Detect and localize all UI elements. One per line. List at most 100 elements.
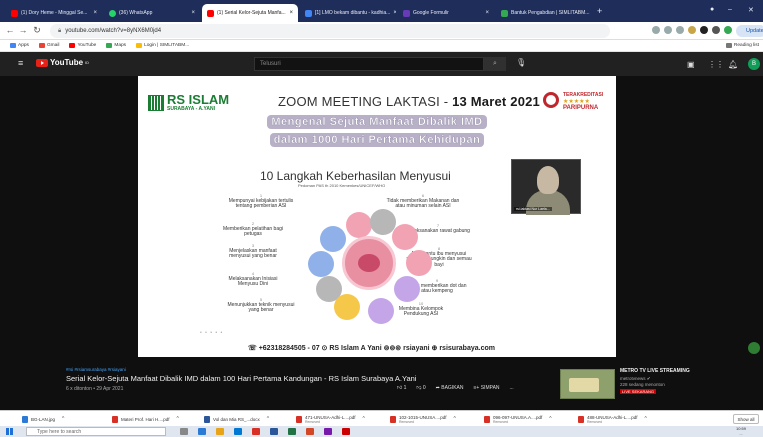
reading-list[interactable]: Reading list — [725, 43, 759, 48]
download-item[interactable]: Materi Prof. Hari H....pdf ^ — [112, 413, 179, 425]
chevron-up-icon[interactable]: ^ — [363, 416, 365, 422]
share-button[interactable]: ➦ BAGIKAN — [436, 385, 464, 391]
chevron-up-icon[interactable]: ^ — [267, 416, 269, 422]
step-5: 5 Menunjukkan teknik menyusui yang benar — [227, 297, 295, 313]
url-text: youtube.com/watch?v=8yNX6M0jd4 — [65, 28, 162, 34]
share-icon: ➦ — [435, 385, 440, 391]
dislike-button[interactable]: 👎︎ 0 — [416, 385, 425, 391]
search-input[interactable]: Telusuri — [254, 57, 484, 71]
video-thumbnail[interactable] — [560, 369, 615, 399]
extension-icon[interactable] — [664, 26, 672, 34]
system-clock[interactable]: 10:59... — [736, 426, 746, 436]
close-icon[interactable]: × — [191, 10, 195, 16]
save-button[interactable]: ≡+ SIMPAN — [473, 385, 499, 391]
avatar[interactable] — [724, 26, 732, 34]
step-circle — [406, 250, 432, 276]
like-button[interactable]: 👍︎ 1 — [397, 385, 406, 391]
address-toolbar: ← → ↻ 🔒︎ youtube.com/watch?v=8yNX6M0jd4 … — [0, 22, 763, 40]
video-title: Serial Kelor-Sejuta Manfaat Dibalik IMD … — [66, 374, 417, 383]
address-bar[interactable]: 🔒︎ youtube.com/watch?v=8yNX6M0jd4 — [50, 24, 610, 38]
powerpoint-icon[interactable] — [306, 428, 314, 435]
whatsapp-icon — [109, 9, 116, 17]
bookmark-maps[interactable]: Maps — [106, 43, 126, 48]
update-button[interactable]: Update — [736, 25, 763, 37]
new-tab-button[interactable]: + — [597, 6, 602, 16]
close-icon[interactable]: × — [393, 10, 396, 16]
more-button[interactable]: ... — [510, 385, 514, 391]
show-all-button[interactable]: Show all — [733, 414, 759, 424]
download-item[interactable]: 488-UNUSA-Adhi-L....pdf Removed ^ — [578, 413, 647, 425]
floating-widget-icon[interactable] — [748, 342, 760, 354]
reload-icon[interactable]: ↻ — [31, 25, 43, 36]
extension-icon[interactable] — [652, 26, 660, 34]
bookmark-apps[interactable]: Apps — [10, 43, 29, 48]
tab-label: (1) Dory Heme - Minggal Se... — [21, 10, 88, 16]
close-icon[interactable]: × — [289, 10, 293, 16]
close-window-icon[interactable]: ✕ — [748, 6, 754, 14]
youtube-header: ≡ YouTube ID Telusuri ⌕ 🎙︎ ▣ ⋮⋮ 🔔︎ B — [0, 52, 763, 76]
bookmark-login[interactable]: Login | SIMLITABM... — [136, 43, 189, 48]
microphone-icon[interactable]: 🎙︎ — [516, 58, 526, 67]
tab-dory[interactable]: (1) Dory Heme - Minggal Se... × — [6, 4, 102, 22]
step-10: 10 Membina Kelompok Pendukung ASI — [398, 301, 444, 317]
pdf-reader-icon[interactable] — [342, 428, 350, 435]
close-icon[interactable]: × — [485, 10, 489, 16]
extension-icon[interactable] — [676, 26, 684, 34]
apps-icon — [10, 43, 16, 48]
chevron-up-icon[interactable]: ^ — [454, 416, 456, 422]
edge-icon[interactable] — [198, 428, 206, 435]
menu-icon[interactable]: ≡ — [18, 58, 23, 68]
chevron-up-icon[interactable]: ^ — [645, 416, 647, 422]
profile-dot-icon[interactable]: ● — [710, 6, 714, 13]
download-item[interactable]: 471-UNUSA-Adhi-L....pdf Removed ^ — [296, 413, 365, 425]
onenote-icon[interactable] — [324, 428, 332, 435]
chevron-up-icon[interactable]: ^ — [177, 416, 179, 422]
word-icon[interactable] — [270, 428, 278, 435]
avatar[interactable]: B — [748, 58, 760, 70]
reading-list-icon — [725, 43, 732, 48]
close-icon[interactable]: × — [93, 10, 97, 16]
hashtags[interactable]: #rsi #rsiamsurabaya #rsiayani — [66, 367, 126, 372]
forward-icon[interactable]: → — [17, 25, 29, 35]
bookmark-youtube[interactable]: YouTube — [69, 43, 96, 48]
tab-whatsapp[interactable]: (36) WhatsApp × — [104, 4, 200, 22]
store-icon[interactable] — [234, 428, 242, 435]
back-icon[interactable]: ← — [4, 25, 16, 35]
extension-icon[interactable] — [712, 26, 720, 34]
notifications-icon[interactable]: 🔔︎ — [728, 60, 738, 69]
step-circle — [346, 212, 372, 238]
tab-serial-kelor[interactable]: (1) Serial Kelor-Sejuta Manfa... × — [202, 4, 298, 22]
windows-start-icon[interactable] — [6, 428, 13, 435]
search-button[interactable]: ⌕ — [484, 57, 506, 71]
create-video-icon[interactable]: ▣ — [687, 60, 695, 69]
webcam-overlay: rsi.laktasi Nur Laela... — [511, 159, 581, 215]
tab-simlitabmas[interactable]: Bantuk Pengabdian | SIMLITABM... × — [496, 4, 592, 22]
taskbar-search-input[interactable]: Type here to search — [26, 427, 166, 436]
puzzle-icon[interactable] — [700, 26, 708, 34]
live-badge: LIVE SEKARANG — [620, 389, 657, 394]
minimize-icon[interactable]: – — [728, 6, 732, 13]
tab-label: Bantuk Pengabdian | SIMLITABM... — [511, 10, 590, 16]
site-icon — [136, 43, 143, 48]
video-slide: RS ISLAM SURABAYA - A.YANI ZOOM MEETING … — [138, 76, 616, 357]
step-2: 2 Memberikan pelatihan bagi petugas — [222, 221, 284, 237]
file-explorer-icon[interactable] — [216, 428, 224, 435]
step-circle — [368, 298, 394, 324]
thumbs-up-icon: 👍︎ — [397, 385, 403, 391]
youtube-logo[interactable]: YouTube ID — [36, 58, 89, 67]
chrome-icon[interactable] — [252, 428, 260, 435]
download-item[interactable]: 102-1015-UNUSA....pdf Removed ^ — [390, 413, 456, 425]
tab-lmo[interactable]: [1] LMO bekam dibantu - kadhia... × — [300, 4, 396, 22]
bookmark-gmail[interactable]: Gmail — [38, 43, 59, 48]
task-view-icon[interactable] — [180, 428, 188, 435]
chevron-up-icon[interactable]: ^ — [62, 416, 64, 422]
tab-google-forms[interactable]: Google Formulir × — [398, 4, 494, 22]
download-item[interactable]: BG-LAN.jpg ^ — [22, 413, 64, 425]
excel-icon[interactable] — [288, 428, 296, 435]
apps-grid-icon[interactable]: ⋮⋮ — [708, 60, 724, 69]
chevron-up-icon[interactable]: ^ — [549, 416, 551, 422]
download-item[interactable]: 096-097-UNUSA.A....pdf Removed ^ — [484, 413, 552, 425]
star-icon[interactable] — [688, 26, 696, 34]
download-item[interactable]: Vol dan Mia RS_...docx ^ — [204, 413, 269, 425]
up-next-item[interactable]: METRO TV LIVE STREAMING metrotvnews ✔ 22… — [560, 368, 700, 399]
